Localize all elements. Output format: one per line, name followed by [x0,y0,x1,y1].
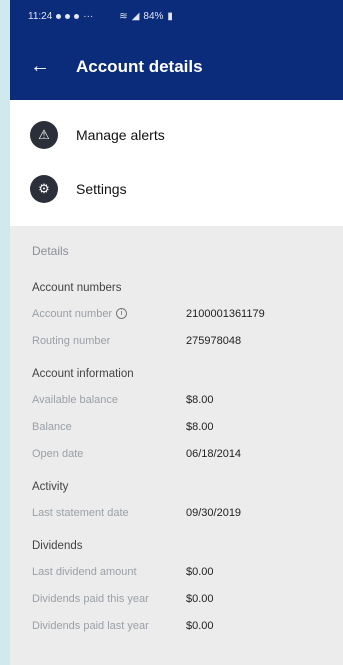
battery-level: 84% [143,11,164,22]
back-arrow-icon[interactable]: ← [30,55,60,78]
status-bar: 11:24 ··· ≋ ◢ 84% ▮ [10,0,343,33]
account-number-label: Account number [32,307,113,320]
detail-row: Routing number 275978048 [32,327,323,354]
detail-label: Open date [32,447,84,460]
detail-value: $0.00 [186,592,214,605]
detail-row: Last statement date 09/30/2019 [32,499,323,526]
menu-item-manage-alerts[interactable]: ⚠ Manage alerts [10,108,343,162]
more-notifications-icon: ··· [83,11,94,22]
detail-label: Last dividend amount [32,565,137,578]
warning-icon: ⚠ [30,121,58,149]
battery-icon: ▮ [167,11,173,22]
status-left: 11:24 ··· [28,11,93,22]
menu-item-settings[interactable]: ⚙ Settings [10,162,343,216]
menu-item-label: Settings [76,181,127,197]
gear-icon: ⚙ [30,175,58,203]
detail-value: 06/18/2014 [186,447,242,460]
status-time: 11:24 [28,11,53,22]
detail-value: $0.00 [186,565,214,578]
notification-icon [74,14,80,19]
signal-icon: ◢ [131,11,140,22]
detail-row: Last dividend amount $0.00 [32,558,323,585]
notification-icon [65,14,71,19]
section-title-dividends: Dividends [32,540,83,552]
detail-value: 09/30/2019 [186,506,242,519]
detail-label: Available balance [32,393,119,406]
detail-row: Account number i 2100001361179 [32,300,323,327]
detail-label: Last statement date [32,506,129,519]
detail-row: Balance $8.00 [32,413,323,440]
status-right: ≋ ◢ 84% ▮ [119,11,173,22]
detail-label: Dividends paid this year [32,592,149,605]
detail-label: Balance [32,420,72,433]
section-title-account-numbers: Account numbers [32,282,122,294]
notification-icon [56,14,62,19]
detail-value: $8.00 [186,420,214,433]
detail-row: Dividends paid this year $0.00 [32,585,323,612]
detail-value: $0.00 [186,619,214,632]
detail-label: Account number i [32,308,186,320]
menu-item-label: Manage alerts [76,127,165,143]
details-header: Details [32,244,69,258]
detail-label: Routing number [32,334,111,347]
phone-screen: 11:24 ··· ≋ ◢ 84% ▮ ← Account details ⚠ … [10,0,343,665]
section-title-activity: Activity [32,481,69,493]
menu-list: ⚠ Manage alerts ⚙ Settings [10,100,343,226]
detail-value: $8.00 [186,393,214,406]
page-title: Account details [76,56,203,76]
detail-value: 2100001361179 [186,307,265,320]
app-bar: ← Account details [10,33,343,100]
info-icon[interactable]: i [116,308,128,319]
section-title-account-information: Account information [32,368,134,380]
details-panel: Details Account numbers Account number i… [10,226,343,639]
detail-row: Available balance $8.00 [32,386,323,413]
wifi-icon: ≋ [119,11,128,22]
detail-row: Dividends paid last year $0.00 [32,612,323,639]
detail-row: Open date 06/18/2014 [32,440,323,467]
detail-value: 275978048 [186,334,242,347]
detail-label: Dividends paid last year [32,619,149,632]
